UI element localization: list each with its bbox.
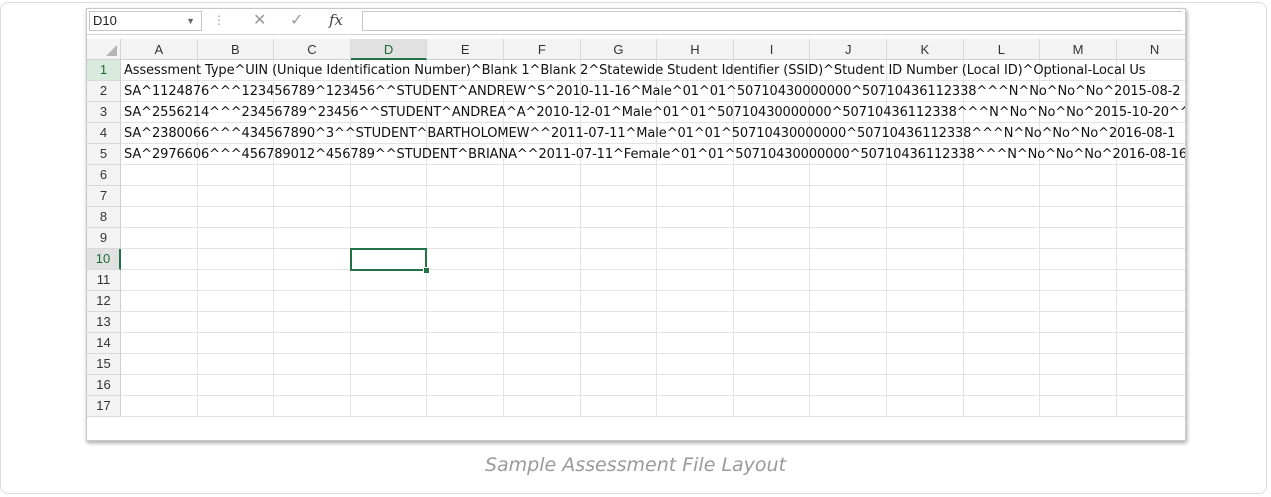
gridline-horizontal [121,248,1185,249]
gridline-horizontal [121,311,1185,312]
column-header-m[interactable]: M [1040,39,1117,60]
select-all-corner[interactable] [87,39,121,60]
column-header-l[interactable]: L [963,39,1041,60]
column-header-f[interactable]: F [504,39,581,60]
gridline-horizontal [121,353,1185,354]
gridline-horizontal [121,290,1185,291]
row-header-1[interactable]: 1 [87,60,121,81]
row-header-6[interactable]: 6 [87,165,121,186]
gridline-horizontal [121,269,1185,270]
row-header-15[interactable]: 15 [87,354,121,375]
column-header-e[interactable]: E [427,39,504,60]
row-header-8[interactable]: 8 [87,207,121,228]
name-box-value: D10 [93,13,117,28]
close-icon[interactable]: ✕ [253,10,266,30]
row-header-3[interactable]: 3 [87,102,121,123]
row-header-13[interactable]: 13 [87,312,121,333]
name-box[interactable]: D10 ▼ [89,11,202,31]
cell-a1-text[interactable]: Assessment Type^UIN (Unique Identificati… [124,60,1146,81]
gridline-horizontal [121,227,1185,228]
formula-input[interactable] [362,11,1182,31]
gridline-horizontal [121,374,1185,375]
gridline-horizontal [121,206,1185,207]
drag-handle-icon[interactable]: ⋮ [213,13,226,27]
check-icon[interactable]: ✓ [290,10,303,30]
column-header-j[interactable]: J [810,39,887,60]
column-header-a[interactable]: A [121,39,198,60]
row-header-16[interactable]: 16 [87,375,121,396]
gridline-horizontal [121,332,1185,333]
cell-a5-text[interactable]: SA^2976606^^^456789012^456789^^STUDENT^B… [124,144,1185,165]
column-header-k[interactable]: K [887,39,964,60]
column-header-i[interactable]: I [733,39,811,60]
fill-handle[interactable] [423,267,431,274]
spreadsheet-window: D10 ▼ ⋮ ✕ ✓ fx A B C D E F G H I J K L M N 1 2 3 4 5 6 7 8 9 10… [86,8,1186,441]
cell-a2-text[interactable]: SA^1124876^^^123456789^123456^^STUDENT^A… [124,81,1181,102]
column-header-c[interactable]: C [274,39,351,60]
gridline-horizontal [121,416,1185,417]
row-header-12[interactable]: 12 [87,291,121,312]
formula-bar: D10 ▼ ⋮ ✕ ✓ fx [87,9,1185,35]
column-header-g[interactable]: G [580,39,658,60]
column-header-d[interactable]: D [350,39,428,60]
figure-caption: Sample Assessment File Layout [484,454,787,476]
gridline-horizontal [121,395,1185,396]
cell-a3-text[interactable]: SA^2556214^^^23456789^23456^^STUDENT^AND… [124,102,1185,123]
row-header-9[interactable]: 9 [87,228,121,249]
cell-a4-text[interactable]: SA^2380066^^^434567890^3^^STUDENT^BARTHO… [124,123,1175,144]
chevron-down-icon[interactable]: ▼ [186,12,195,30]
column-header-n[interactable]: N [1116,39,1185,60]
gridline-horizontal [121,185,1185,186]
column-header-b[interactable]: B [197,39,275,60]
figure-frame: D10 ▼ ⋮ ✕ ✓ fx A B C D E F G H I J K L M N 1 2 3 4 5 6 7 8 9 10… [0,2,1267,494]
row-header-11[interactable]: 11 [87,270,121,291]
row-header-5[interactable]: 5 [87,144,121,165]
row-header-17[interactable]: 17 [87,396,121,417]
column-header-h[interactable]: H [657,39,734,60]
insert-function-icon[interactable]: fx [329,11,343,29]
row-header-10[interactable]: 10 [87,249,121,270]
row-header-7[interactable]: 7 [87,186,121,207]
select-all-triangle-icon [106,45,117,56]
row-header-2[interactable]: 2 [87,81,121,102]
row-header-14[interactable]: 14 [87,333,121,354]
row-header-4[interactable]: 4 [87,123,121,144]
active-cell-selection[interactable] [349,248,428,271]
